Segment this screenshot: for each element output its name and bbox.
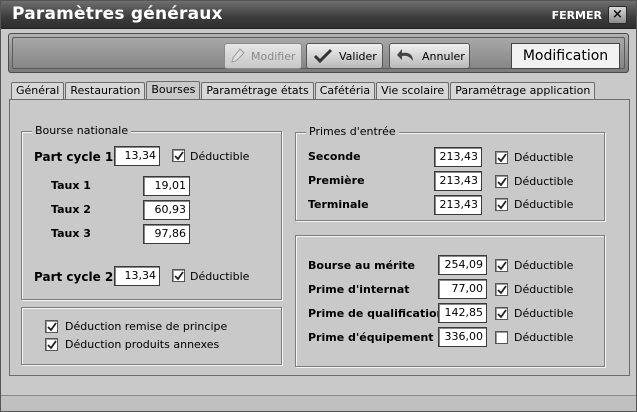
close-button[interactable]: ×: [608, 6, 627, 24]
fermer-label[interactable]: FERMER: [552, 9, 602, 22]
modifier-button[interactable]: Modifier: [224, 43, 302, 69]
bourse-merite-field[interactable]: 254,09: [438, 255, 487, 275]
mode-indicator: Modification: [511, 43, 620, 69]
checkmark-icon: [497, 309, 507, 319]
taux-3-label: Taux 3: [51, 227, 91, 240]
tab-restauration[interactable]: Restauration: [65, 82, 146, 100]
window-title: Paramètres généraux: [12, 4, 223, 24]
part-cycle-1-label: Part cycle 1: [34, 150, 114, 164]
bourse-merite-deductible-label: Déductible: [514, 259, 574, 272]
prime-internat-field[interactable]: 77,00: [438, 279, 487, 299]
seconde-field[interactable]: 213,43: [434, 147, 482, 167]
pencil-icon: [231, 48, 245, 63]
part-cycle-1-deductible-checkbox[interactable]: [172, 149, 185, 162]
checkmark-icon: [497, 261, 507, 271]
prime-internat-deductible-label: Déductible: [514, 283, 574, 296]
deduction-remise-label: Déduction remise de principe: [65, 320, 228, 333]
valider-button[interactable]: Valider: [306, 43, 383, 69]
bourse-nationale-group: Bourse nationale Part cycle 1 13,34 Dédu…: [21, 124, 282, 300]
part-cycle-2-deductible-checkbox[interactable]: [172, 269, 185, 282]
tab-parametrage-etats[interactable]: Paramétrage états: [201, 82, 314, 100]
prime-internat-label: Prime d'internat: [308, 283, 410, 296]
prime-equipement-deductible-checkbox[interactable]: [495, 331, 508, 344]
prime-qualification-deductible-checkbox[interactable]: [495, 307, 508, 320]
deduction-produits-checkbox[interactable]: [45, 338, 58, 351]
checkmark-icon: [497, 177, 507, 187]
tab-parametrage-application[interactable]: Paramétrage application: [450, 82, 596, 100]
checkmark-icon: [174, 271, 184, 281]
seconde-deductible-label: Déductible: [514, 151, 574, 164]
terminale-label: Terminale: [308, 198, 369, 211]
checkmark-icon: [47, 340, 57, 350]
annuler-label: Annuler: [422, 49, 465, 63]
parametres-window: Paramètres généraux FERMER × Modifier Va…: [0, 0, 637, 412]
premiere-deductible-checkbox[interactable]: [495, 175, 508, 188]
terminale-field[interactable]: 213,43: [434, 195, 482, 215]
checkmark-icon: [497, 200, 507, 210]
taux-3-field[interactable]: 97,86: [143, 224, 190, 244]
premiere-deductible-label: Déductible: [514, 175, 574, 188]
prime-qualification-deductible-label: Déductible: [514, 307, 574, 320]
seconde-label: Seconde: [308, 150, 361, 163]
prime-internat-deductible-checkbox[interactable]: [495, 283, 508, 296]
checkmark-icon: [47, 322, 57, 332]
checkmark-icon: [497, 285, 507, 295]
checkmark-icon: [174, 151, 184, 161]
checkmark-icon: [497, 153, 507, 163]
taux-2-field[interactable]: 60,93: [143, 200, 190, 220]
terminale-deductible-label: Déductible: [514, 198, 574, 211]
deductions-group: Déduction remise de principe Déduction p…: [21, 307, 282, 365]
status-bar: [1, 395, 636, 411]
title-bar: Paramètres généraux FERMER ×: [1, 1, 636, 29]
prime-equipement-deductible-label: Déductible: [514, 331, 574, 344]
prime-equipement-field[interactable]: 336,00: [438, 327, 487, 347]
bourse-nationale-legend: Bourse nationale: [32, 124, 132, 137]
primes-entree-group: Primes d'entrée Seconde 213,43 Déductibl…: [295, 125, 605, 221]
prime-qualification-field[interactable]: 142,85: [438, 303, 487, 323]
deduction-remise-checkbox[interactable]: [45, 320, 58, 333]
bourse-merite-deductible-checkbox[interactable]: [495, 259, 508, 272]
tab-vie-scolaire[interactable]: Vie scolaire: [376, 82, 450, 100]
primes-entree-legend: Primes d'entrée: [306, 125, 399, 138]
deduction-produits-label: Déduction produits annexes: [65, 338, 220, 351]
taux-2-label: Taux 2: [51, 203, 91, 216]
checkmark-icon: [313, 48, 333, 64]
part-cycle-2-deductible-label: Déductible: [190, 270, 250, 283]
part-cycle-1-field[interactable]: 13,34: [114, 146, 160, 166]
toolbar: Modifier Valider Annuler Modification: [8, 33, 629, 73]
bourses-tab-page: Bourse nationale Part cycle 1 13,34 Dédu…: [9, 99, 630, 376]
toolbar-inner: Modifier Valider Annuler Modification: [12, 37, 625, 69]
tab-general[interactable]: Général: [11, 82, 65, 100]
tab-bar: Général Restauration Bourses Paramétrage…: [11, 81, 596, 100]
terminale-deductible-checkbox[interactable]: [495, 198, 508, 211]
bourse-merite-label: Bourse au mérite: [308, 259, 415, 272]
seconde-deductible-checkbox[interactable]: [495, 151, 508, 164]
premiere-field[interactable]: 213,43: [434, 171, 482, 191]
annuler-button[interactable]: Annuler: [389, 43, 470, 69]
taux-1-label: Taux 1: [51, 179, 91, 192]
modifier-label: Modifier: [251, 49, 296, 63]
prime-qualification-label: Prime de qualification: [308, 307, 445, 320]
part-cycle-2-label: Part cycle 2: [34, 270, 114, 284]
part-cycle-2-field[interactable]: 13,34: [114, 266, 160, 286]
undo-arrow-icon: [397, 49, 413, 61]
taux-1-field[interactable]: 19,01: [143, 176, 190, 196]
tab-bourses[interactable]: Bourses: [146, 81, 201, 100]
prime-equipement-label: Prime d'équipement: [308, 331, 434, 344]
autres-primes-group: Bourse au mérite 254,09 Déductible Prime…: [295, 235, 605, 367]
premiere-label: Première: [308, 174, 365, 187]
part-cycle-1-deductible-label: Déductible: [190, 150, 250, 163]
tab-cafeteria[interactable]: Cafétéria: [314, 82, 376, 100]
valider-label: Valider: [339, 49, 377, 63]
